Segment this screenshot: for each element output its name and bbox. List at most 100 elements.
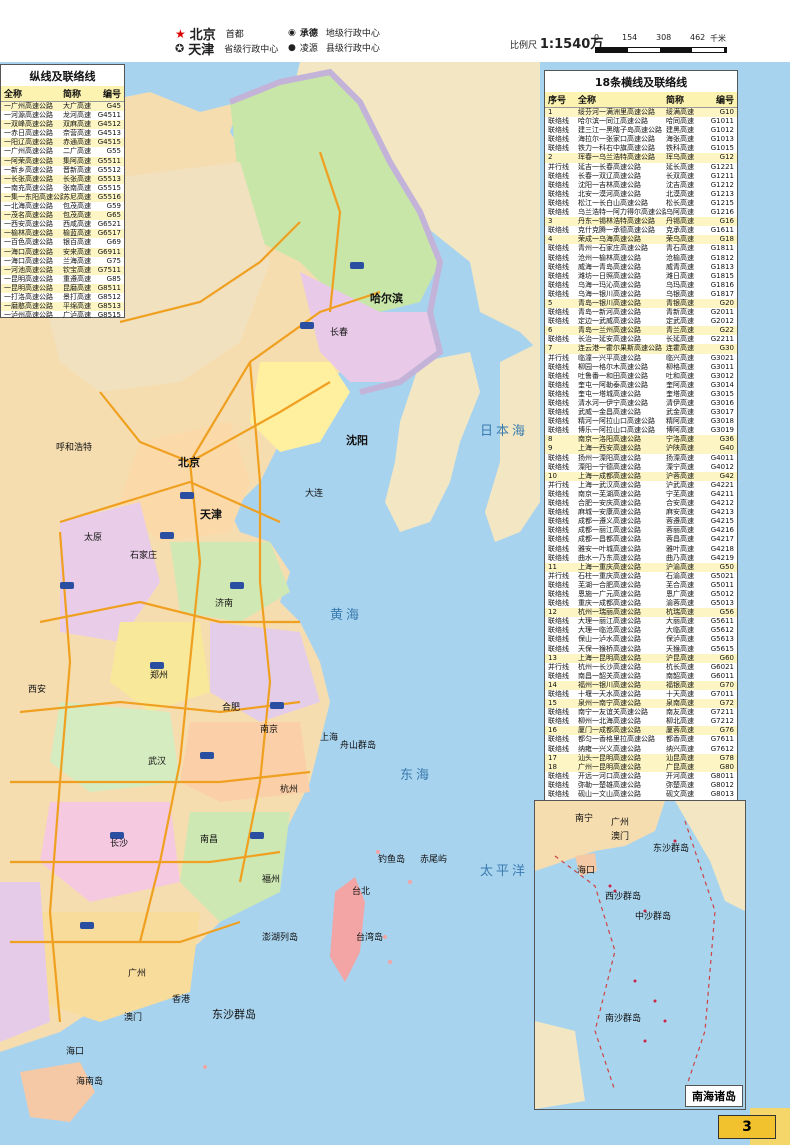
row-short: 长双高速 xyxy=(666,171,694,180)
table-row: 2 珲春一乌兰浩特高速公路 珲乌高速 G12 xyxy=(545,153,737,163)
row-no: 联络线 xyxy=(548,180,569,189)
row-short: 兰海高速 xyxy=(63,256,91,265)
row-code: G55 xyxy=(106,147,121,156)
row-short: 渝蓉高速 xyxy=(666,599,694,608)
row-no: 联络线 xyxy=(548,580,569,589)
row-short: 西咸高速 xyxy=(63,220,91,229)
row-name: 柳园一格尔木高速公路 xyxy=(578,362,648,371)
table-row: 联络线 大理一丽江高速公路 大丽高速 G5611 xyxy=(545,617,737,626)
row-no: 联络线 xyxy=(548,780,569,789)
row-short: 沧榆高速 xyxy=(666,253,694,262)
row-no: 14 xyxy=(548,680,557,689)
row-name: 重庆一成都高速公路 xyxy=(578,599,641,608)
row-name: 恩施一广元高速公路 xyxy=(578,589,641,598)
row-no: 联络线 xyxy=(548,335,569,344)
row-code: G5513 xyxy=(97,174,121,183)
header-short: 简称 xyxy=(63,90,82,100)
label-taibei: 台北 xyxy=(352,887,371,897)
table-row: 一榆林高速公路 榆蓝高速 G6517 xyxy=(1,229,124,239)
table-row: 一广州高速公路 大广高速 G45 xyxy=(1,102,124,112)
row-name: 青岛一银川高速公路 xyxy=(578,298,641,307)
row-short: 威青高速 xyxy=(666,262,694,271)
row-no: 联络线 xyxy=(548,271,569,280)
row-code: G12 xyxy=(719,153,734,162)
row-short: 扬溧高速 xyxy=(666,453,694,462)
row-name: 泉州一南宁高速公路 xyxy=(578,699,641,708)
table-row: 一昆明高速公路 重遵高速 G85 xyxy=(1,275,124,284)
table-row: 9 上海一西安高速公路 沪陕高速 G40 xyxy=(545,444,737,454)
row-short: 武金高速 xyxy=(666,408,694,417)
row-no: 联络线 xyxy=(548,790,569,799)
table-row: 联络线 大理一临沧高速公路 大临高速 G5612 xyxy=(545,626,737,635)
row-code: G20 xyxy=(719,298,734,307)
row-name: 乌海一玛沁高速公路 xyxy=(578,280,641,289)
table-row: 并行线 延吉一长春高速公路 延长高速 G1221 xyxy=(545,163,737,172)
row-name: 一赤日高速公路 xyxy=(4,129,53,138)
table-row: 联络线 哈尔滨一同江高速公路 哈同高速 G1011 xyxy=(545,117,737,126)
row-name: 克什克腾一承德高速公路 xyxy=(578,226,655,235)
row-code: G2012 xyxy=(710,317,734,326)
row-short: 奈营高速 xyxy=(63,129,91,138)
row-no: 联络线 xyxy=(548,144,569,153)
row-code: G8515 xyxy=(97,311,121,320)
vertical-table-title: 纵线及联络线 xyxy=(29,70,96,83)
row-short: 蓉昌高速 xyxy=(666,535,694,544)
row-code: G4515 xyxy=(97,138,121,147)
row-code: G5612 xyxy=(710,626,734,635)
table-row: 17 汕头一昆明高速公路 汕昆高速 G78 xyxy=(545,753,737,763)
table-row: 一广州高速公路 二广高速 G55 xyxy=(1,147,124,156)
horizontal-lines-table: 18条横线及联络线 序号 全称 简称 编号 1 绥芬河一满洲里高速公路 绥满高速 G1… xyxy=(544,70,738,802)
row-name: 精河一阿拉山口高速公路 xyxy=(578,417,655,426)
row-name: 一集一东阳高速公路 xyxy=(4,192,63,201)
row-code: G56 xyxy=(719,608,734,617)
row-no: 联络线 xyxy=(548,708,569,717)
label-huhehaote: 呼和浩特 xyxy=(56,443,93,453)
table-row: 联络线 精河一阿拉山口高速公路 精阿高速 G3018 xyxy=(545,417,737,426)
row-short: 青新高速 xyxy=(666,308,694,317)
row-no: 并行线 xyxy=(548,571,569,580)
table-row: 一茂名高速公路 包茂高速 G65 xyxy=(1,211,124,221)
row-no: 联络线 xyxy=(548,489,569,498)
row-short: 景打高速 xyxy=(63,292,91,301)
row-short: 苏尼高速 xyxy=(63,192,91,201)
label-taiyuan: 太原 xyxy=(84,533,103,543)
row-no: 联络线 xyxy=(548,362,569,371)
row-short: 宁芜高速 xyxy=(666,489,694,498)
inset-philippines xyxy=(675,801,745,911)
label-jinan: 济南 xyxy=(215,599,234,609)
vertical-lines-table: 纵线及联络线 全称 简称 编号 一广州高速公路 大广高速 G45 一河源高速公路 龙河高… xyxy=(0,64,125,320)
row-name: 建三江一黑瞎子岛高速公路 xyxy=(578,126,662,135)
row-no: 联络线 xyxy=(548,198,569,207)
south-china-sea-inset: 南宁 广州 澳门 东沙群岛 西沙群岛 中沙群岛 南沙群岛 海口 南海诸岛 xyxy=(534,800,746,1110)
inset-label-nansha: 南沙群岛 xyxy=(605,1014,642,1024)
row-no: 5 xyxy=(548,298,553,307)
row-short: 宁洛高速 xyxy=(666,435,694,444)
vertical-table-body: 一广州高速公路 大广高速 G45 一河源高速公路 龙河高速 G4511 一双峰高速公路 双麻高… xyxy=(1,102,124,320)
table-row: 联络线 沈阳一吉林高速公路 沈吉高速 G1212 xyxy=(545,181,737,190)
table-row: 联络线 铁力一科右中旗高速公路 铁科高速 G1015 xyxy=(545,144,737,153)
row-code: G1221 xyxy=(710,162,734,171)
row-code: G3021 xyxy=(710,353,734,362)
row-code: G16 xyxy=(719,217,734,226)
row-name: 吐鲁番一和田高速公路 xyxy=(578,371,648,380)
row-code: G7211 xyxy=(710,708,734,717)
table-row: 联络线 纳雍一兴义高速公路 纳兴高速 G7612 xyxy=(545,745,737,754)
row-name: 沧州一榆林高速公路 xyxy=(578,253,641,262)
row-short: 延长高速 xyxy=(666,162,694,171)
row-name: 绥芬河一满洲里高速公路 xyxy=(578,108,655,116)
row-code: G7011 xyxy=(710,690,734,698)
row-code: G65 xyxy=(106,211,121,220)
row-name: 杭州一瑞丽高速公路 xyxy=(578,608,641,617)
row-name: 青岛一兰州高速公路 xyxy=(578,326,641,335)
row-short: 南韶高速 xyxy=(666,671,694,680)
row-name: 荣成一乌海高速公路 xyxy=(578,235,641,244)
table-row: 一海口高速公路 安来高速 G6911 xyxy=(1,247,124,257)
row-no: 联络线 xyxy=(548,535,569,544)
row-short: 泉南高速 xyxy=(666,699,694,708)
row-short: 绥满高速 xyxy=(666,108,694,116)
row-short: 珲乌高速 xyxy=(666,153,694,162)
table-row: 联络线 克什克腾一承德高速公路 克承高速 G1611 xyxy=(545,226,737,235)
inset-vietnam xyxy=(535,1021,585,1109)
legend-prefecture: 承德 xyxy=(299,29,318,39)
row-code: G45 xyxy=(106,102,121,110)
